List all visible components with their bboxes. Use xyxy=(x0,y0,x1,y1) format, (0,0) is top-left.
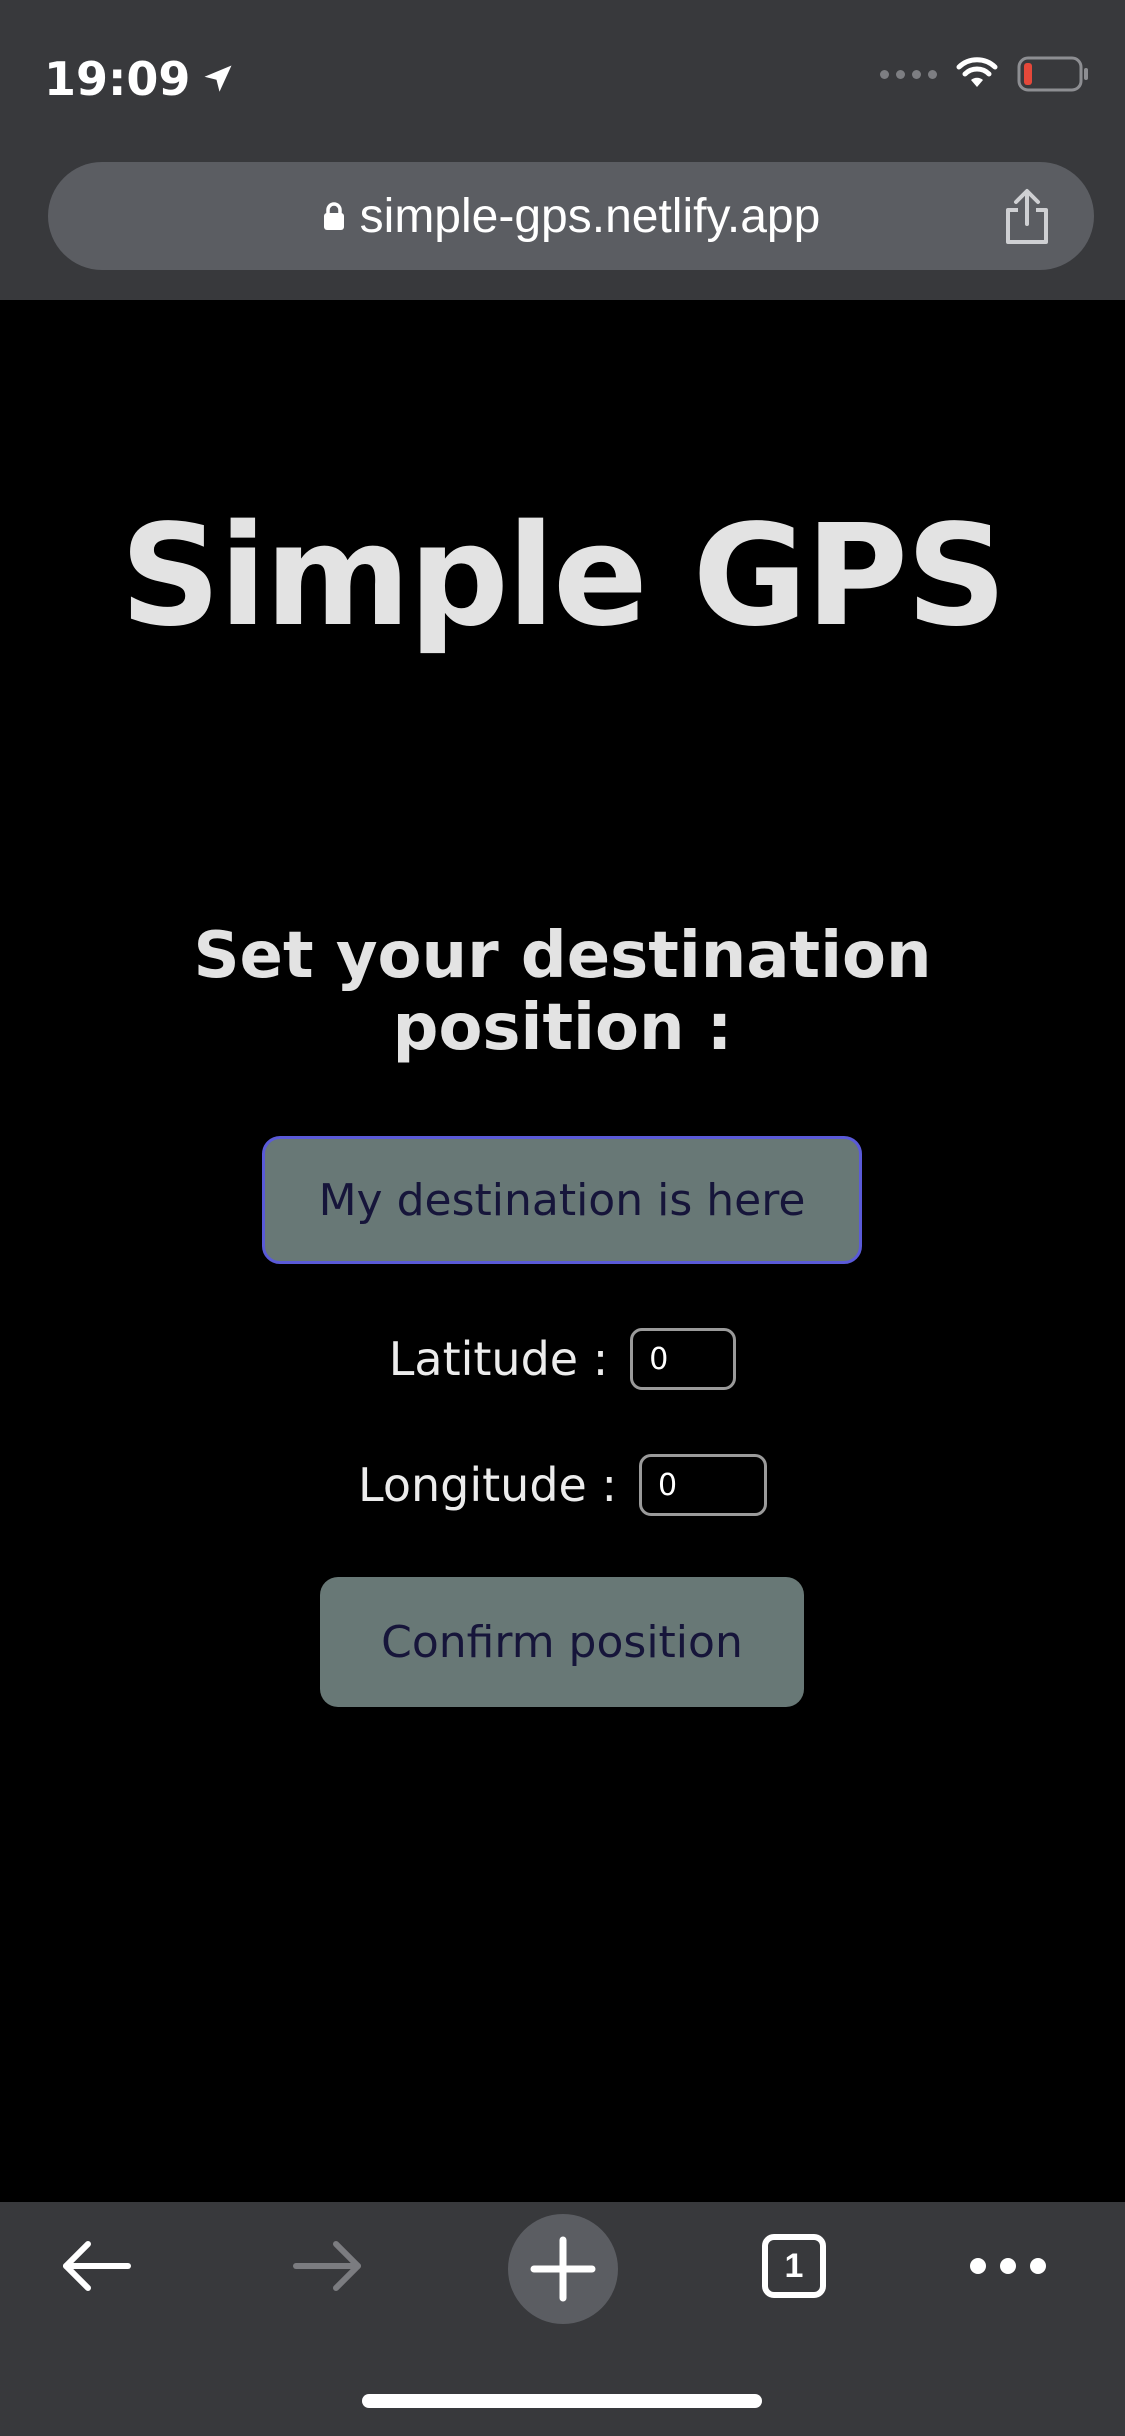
arrow-right-icon xyxy=(293,2241,361,2291)
destination-heading: Set your destination position : xyxy=(193,919,932,1065)
my-destination-button[interactable]: My destination is here xyxy=(262,1136,862,1264)
status-bar-indicators xyxy=(880,56,1089,92)
page-title: Simple GPS xyxy=(120,495,1007,658)
plus-icon xyxy=(530,2236,596,2302)
longitude-input[interactable] xyxy=(638,1454,767,1516)
longitude-row: Longitude : xyxy=(0,1454,1125,1516)
new-tab-button[interactable] xyxy=(508,2214,618,2324)
status-bar-time-group: 19:09 xyxy=(44,52,236,106)
address-bar[interactable]: simple-gps.netlify.app xyxy=(48,162,1094,270)
more-menu-button[interactable] xyxy=(958,2202,1058,2330)
latitude-input[interactable] xyxy=(630,1328,737,1390)
lock-icon xyxy=(323,202,344,230)
tab-count-badge: 1 xyxy=(762,2234,826,2298)
longitude-label: Longitude : xyxy=(358,1458,617,1512)
back-button[interactable] xyxy=(46,2202,146,2330)
location-arrow-icon xyxy=(204,65,232,92)
status-time: 19:09 xyxy=(44,52,191,106)
confirm-position-button[interactable]: Confirm position xyxy=(320,1577,804,1707)
share-icon[interactable] xyxy=(1000,188,1054,246)
more-dots-icon xyxy=(970,2258,1046,2274)
latitude-row: Latitude : xyxy=(0,1328,1125,1390)
arrow-left-icon xyxy=(63,2241,131,2291)
phone-screen: 19:09 simple-gps.netlify.app Simple GPS … xyxy=(0,0,1125,2436)
home-indicator[interactable] xyxy=(362,2394,762,2408)
forward-button[interactable] xyxy=(278,2202,378,2330)
web-page: Simple GPS Set your destination position… xyxy=(0,300,1125,2202)
url-display: simple-gps.netlify.app xyxy=(322,189,821,244)
latitude-label: Latitude : xyxy=(388,1332,609,1386)
wifi-icon xyxy=(956,57,998,87)
url-text: simple-gps.netlify.app xyxy=(359,189,821,243)
tabs-button[interactable]: 1 xyxy=(744,2202,844,2330)
battery-icon xyxy=(1017,56,1088,92)
browser-top-chrome: 19:09 simple-gps.netlify.app xyxy=(0,0,1125,300)
cellular-signal-icon xyxy=(880,69,937,79)
